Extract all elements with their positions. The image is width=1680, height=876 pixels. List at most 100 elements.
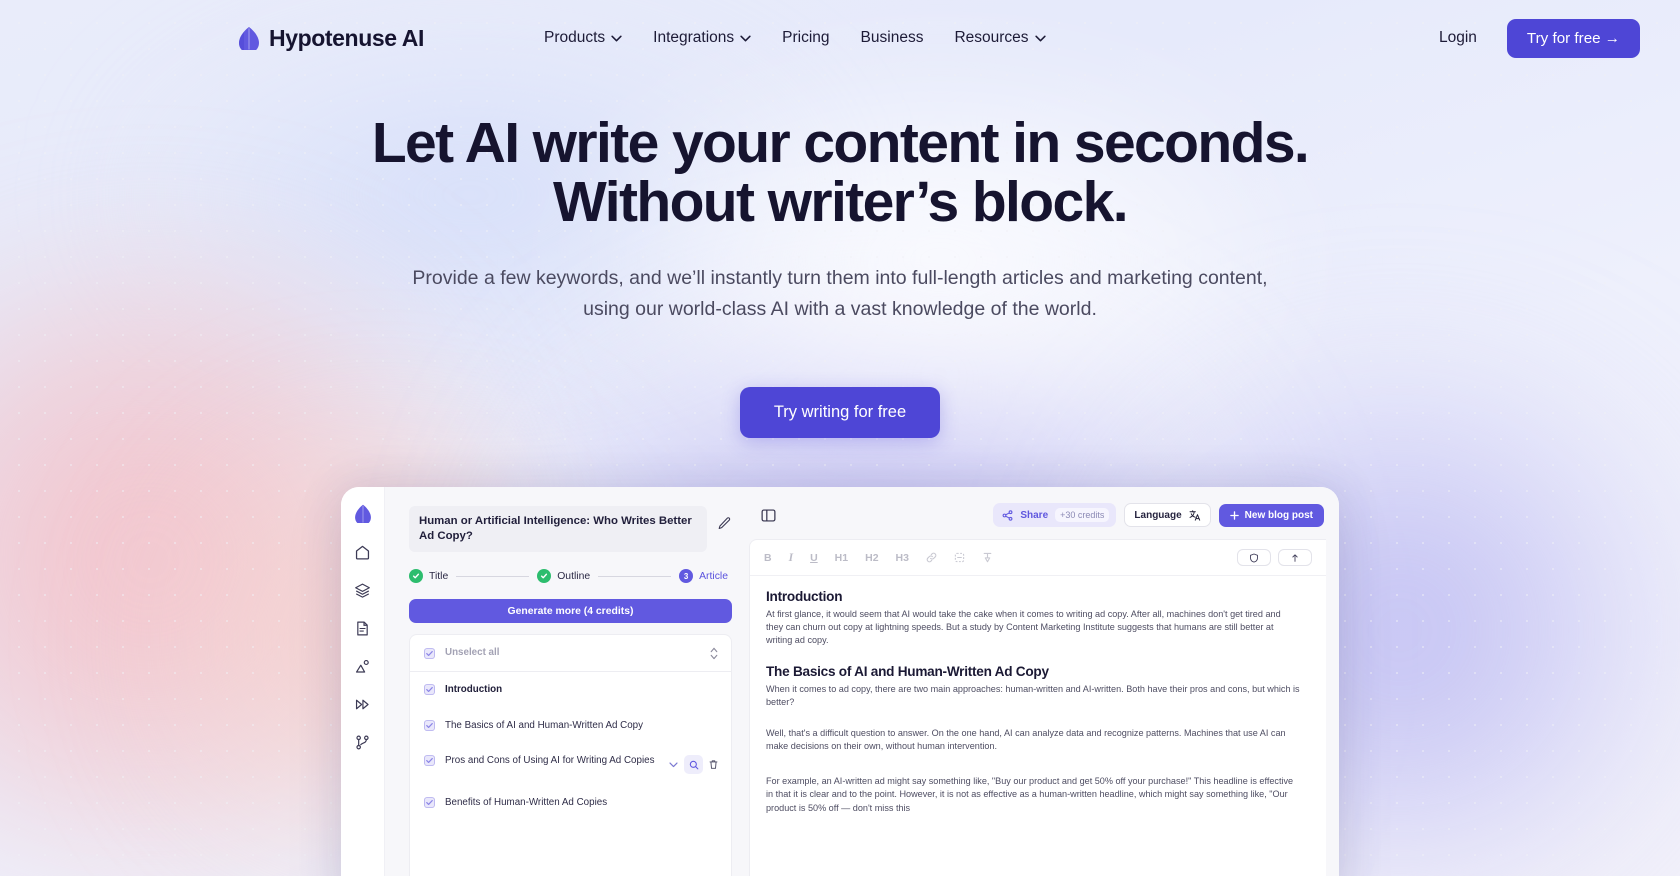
step-connector [598, 575, 672, 577]
subhead-line-1: Provide a few keywords, and we’ll instan… [412, 267, 1193, 290]
chevron-down-icon [611, 35, 622, 41]
italic-button[interactable]: I [789, 552, 793, 564]
try-for-free-button[interactable]: Try for free → [1506, 18, 1640, 58]
trash-icon[interactable] [708, 759, 719, 770]
outline-item-actions [668, 755, 719, 775]
outline-item-label: Introduction [445, 684, 503, 696]
plus-icon [1229, 510, 1239, 520]
edit-pencil-icon[interactable] [717, 516, 732, 531]
main-navigation: Hypotenuse AI Products Integrations Pric… [0, 0, 1680, 76]
doc-paragraph: When it comes to ad copy, there are two … [766, 683, 1300, 707]
headline-line-2: Without writer’s block. [553, 169, 1128, 234]
heading-3-button[interactable]: H3 [896, 552, 909, 564]
chevron-down-icon[interactable] [668, 759, 679, 770]
share-button[interactable]: Share +30 credits [993, 503, 1117, 527]
step-complete-badge [409, 569, 423, 584]
unselect-all-row[interactable]: Unselect all [410, 635, 731, 673]
nav-item-pricing[interactable]: Pricing [782, 29, 829, 47]
nav-item-label: Integrations [653, 29, 735, 46]
search-subtopic-button[interactable] [684, 755, 703, 775]
step-label: Title [429, 570, 449, 582]
login-link[interactable]: Login [1439, 29, 1477, 47]
checkbox-checked-icon[interactable] [424, 648, 435, 660]
formatting-toolbar: B I U H1 H2 H3 [750, 540, 1326, 576]
checkbox-checked-icon[interactable] [424, 755, 435, 767]
outline-item-label: The Basics of AI and Human-Written Ad Co… [445, 719, 644, 731]
outline-item-selected[interactable]: Pros and Cons of Using AI for Writing Ad… [410, 743, 731, 785]
nav-item-products[interactable]: Products [544, 29, 622, 47]
unlink-icon[interactable] [954, 552, 965, 563]
nav-item-label: Resources [954, 29, 1029, 46]
search-icon [689, 760, 698, 769]
shield-check-button[interactable] [1237, 549, 1271, 566]
toggle-sidebar-icon[interactable] [761, 508, 776, 523]
language-button[interactable]: Language [1124, 503, 1211, 527]
doc-paragraph: Well, that's a difficult question to ans… [766, 727, 1286, 752]
outline-list: Unselect all Introduction The Basics of … [409, 634, 732, 876]
share-icon [1002, 509, 1013, 521]
hero-section: Let AI write your content in seconds. Wi… [0, 76, 1680, 438]
headline-line-1: Let AI write your content in seconds. [371, 111, 1310, 175]
nav-actions: Login Try for free → [1439, 18, 1640, 58]
hypotenuse-logo-icon [239, 27, 259, 50]
image-icon[interactable] [354, 658, 371, 675]
checkbox-checked-icon[interactable] [424, 684, 435, 696]
heading-1-button[interactable]: H1 [835, 552, 848, 564]
nav-item-integrations[interactable]: Integrations [653, 29, 751, 47]
app-logo-icon[interactable] [354, 504, 372, 523]
bold-button[interactable]: B [764, 552, 772, 564]
doc-heading-basics: The Basics of AI and Human-Written Ad Co… [766, 663, 1049, 679]
outline-item[interactable]: The Basics of AI and Human-Written Ad Co… [410, 708, 731, 744]
doc-heading-introduction: Introduction [766, 589, 843, 604]
home-icon[interactable] [354, 544, 371, 561]
document-title-row: Human or Artificial Intelligence: Who Wr… [409, 506, 732, 553]
nav-item-business[interactable]: Business [861, 29, 924, 47]
sort-updown-icon[interactable] [709, 647, 719, 660]
generate-more-button[interactable]: Generate more (4 credits) [409, 599, 732, 624]
nav-item-resources[interactable]: Resources [954, 29, 1046, 47]
fast-forward-icon[interactable] [354, 696, 371, 713]
underline-button[interactable]: U [810, 552, 818, 564]
nav-item-label: Business [860, 29, 924, 46]
heading-2-button[interactable]: H2 [865, 552, 878, 564]
checkbox-checked-icon[interactable] [424, 719, 435, 731]
language-label: Language [1134, 509, 1182, 521]
step-label: Article [699, 570, 728, 582]
layers-icon[interactable] [354, 582, 371, 599]
step-number-badge: 3 [679, 569, 694, 584]
translate-icon [1189, 510, 1200, 521]
hero-subheading: Provide a few keywords, and we’ll instan… [400, 263, 1280, 323]
document-title[interactable]: Human or Artificial Intelligence: Who Wr… [409, 506, 707, 553]
unselect-all-label: Unselect all [445, 647, 500, 659]
document-content[interactable]: Introduction At first glance, it would s… [750, 576, 1326, 819]
link-icon[interactable] [926, 552, 937, 563]
document-icon[interactable] [354, 620, 371, 637]
editor-panel: Share +30 credits Language New blog post… [749, 487, 1339, 876]
hero-cta-wrapper: Try writing for free [0, 386, 1680, 438]
step-article[interactable]: 3 Article [679, 569, 728, 584]
nav-item-label: Pricing [782, 29, 830, 46]
credits-badge: +30 credits [1055, 508, 1110, 522]
doc-paragraph: For example, an AI-written ad might say … [766, 776, 1294, 813]
editor-sheet: B I U H1 H2 H3 Introduction At first gla… [749, 539, 1326, 876]
export-button[interactable] [1278, 549, 1312, 566]
new-blog-post-button[interactable]: New blog post [1218, 503, 1324, 527]
checkbox-checked-icon[interactable] [424, 797, 435, 809]
outline-item-label: Benefits of Human-Written Ad Copies [445, 797, 608, 809]
step-title[interactable]: Title [409, 569, 449, 584]
brand-logo[interactable]: Hypotenuse AI [238, 25, 424, 52]
branch-icon[interactable] [354, 734, 371, 751]
outline-item[interactable]: Benefits of Human-Written Ad Copies [410, 785, 731, 821]
progress-steps: Title Outline 3 Article [409, 569, 732, 584]
check-icon [412, 573, 420, 579]
chevron-down-icon [740, 35, 751, 41]
outline-item[interactable]: Introduction [410, 672, 731, 708]
nav-item-label: Products [543, 29, 606, 46]
brand-name: Hypotenuse AI [269, 24, 424, 51]
try-writing-for-free-button[interactable]: Try writing for free [739, 386, 941, 438]
highlight-icon[interactable] [982, 552, 993, 563]
share-label: Share [1020, 509, 1049, 521]
step-outline[interactable]: Outline [537, 569, 590, 584]
chevron-down-icon [1034, 35, 1046, 41]
new-blog-post-label: New blog post [1244, 509, 1313, 521]
